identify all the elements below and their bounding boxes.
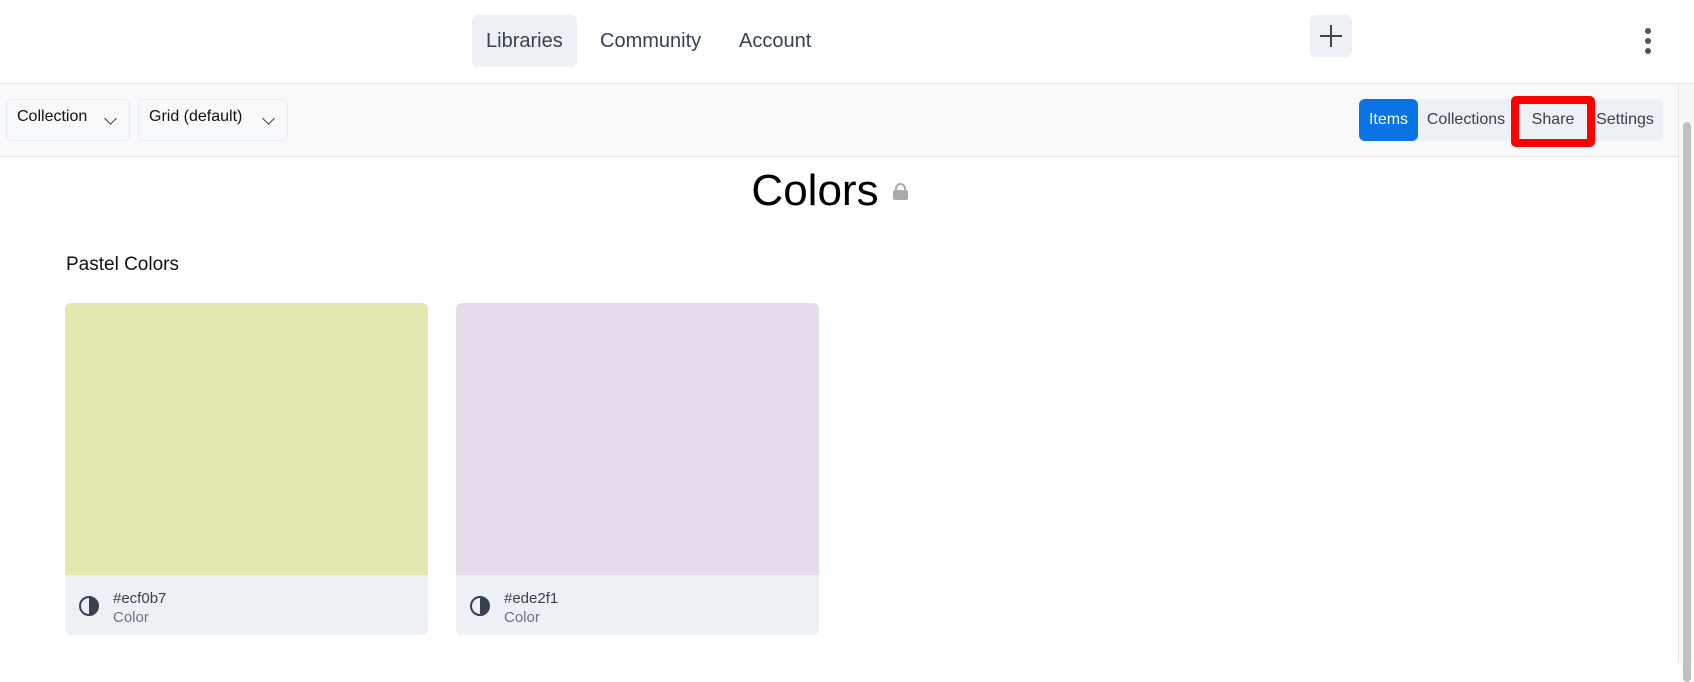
color-swatch [65,303,428,575]
collection-dropdown-label: Collection [17,108,88,125]
chevron-down-icon [104,112,117,125]
color-card[interactable]: #ecf0b7 Color [65,303,428,635]
color-hex: #ede2f1 [504,590,559,607]
item-type: Color [504,609,540,626]
lock-icon [893,183,908,200]
contrast-icon [470,596,490,616]
scrollbar[interactable] [1678,84,1694,682]
item-type: Color [113,609,149,626]
color-swatch [456,303,819,575]
nav-community[interactable]: Community [586,15,715,67]
contrast-icon [79,596,99,616]
add-button[interactable] [1310,15,1352,57]
scrollbar-thumb[interactable] [1683,122,1691,682]
tab-share[interactable]: Share [1519,99,1587,141]
color-hex: #ecf0b7 [113,590,167,607]
collection-dropdown[interactable]: Collection [6,99,130,141]
page-title: Colors [751,166,879,215]
more-options-icon[interactable] [1640,26,1656,56]
nav-libraries[interactable]: Libraries [472,15,577,67]
nav-account[interactable]: Account [725,15,825,67]
section-title: Pastel Colors [66,254,179,275]
view-dropdown-label: Grid (default) [149,108,243,125]
top-navigation: Libraries Community Account [0,0,1694,84]
tab-items[interactable]: Items [1359,99,1418,141]
view-dropdown[interactable]: Grid (default) [138,99,288,141]
tab-collections[interactable]: Collections [1418,99,1514,141]
chevron-down-icon [262,112,275,125]
tab-settings[interactable]: Settings [1587,99,1663,141]
color-card[interactable]: #ede2f1 Color [456,303,819,635]
